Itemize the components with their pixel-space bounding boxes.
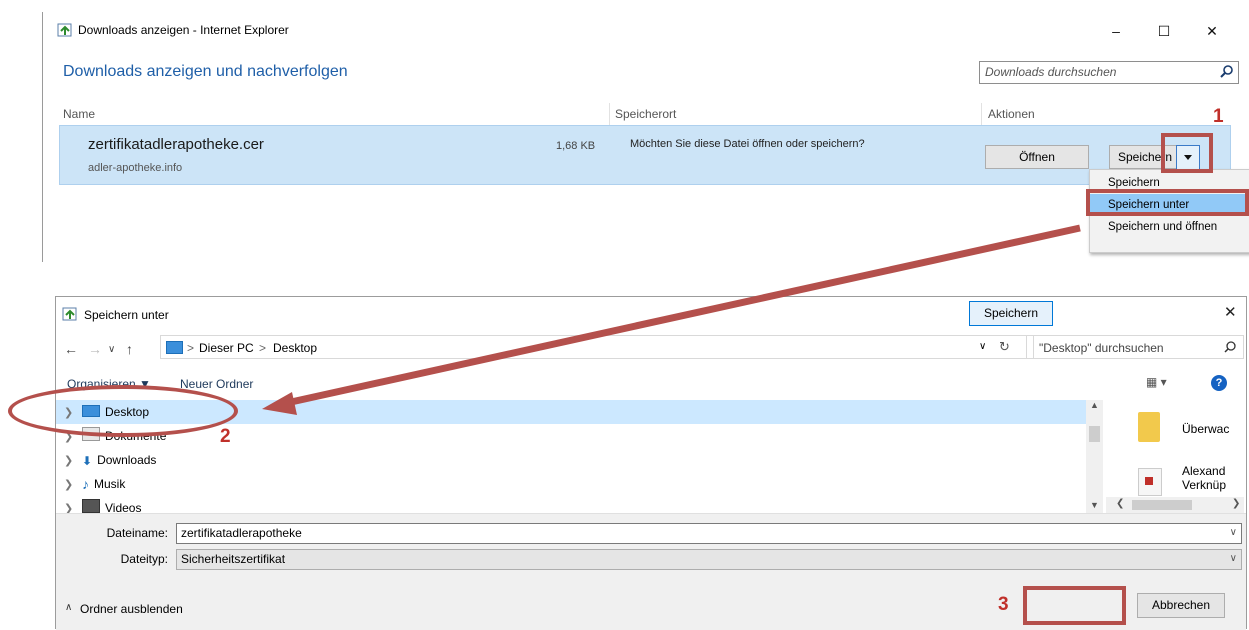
shortcut-badge-icon <box>1145 477 1153 485</box>
open-button[interactable]: Öffnen <box>985 145 1089 169</box>
forward-arrow-icon[interactable]: → <box>88 341 102 357</box>
shortcut-file-icon[interactable] <box>1138 468 1162 496</box>
page-title: Downloads anzeigen und nachverfolgen <box>63 63 348 80</box>
scroll-thumb[interactable] <box>1132 500 1192 510</box>
breadcrumb-separator: > <box>259 341 267 355</box>
download-filename: zertifikatadlerapotheke.cer <box>88 136 264 153</box>
column-divider <box>609 103 610 125</box>
ie-downloads-window: Downloads anzeigen - Internet Explorer –… <box>42 12 1249 262</box>
file-item-label[interactable]: Überwac <box>1182 422 1229 436</box>
up-arrow-icon[interactable]: ↑ <box>126 341 133 357</box>
scroll-right-icon[interactable]: ❯ <box>1232 498 1240 509</box>
breadcrumb-dieser-pc[interactable]: Dieser PC <box>199 341 254 355</box>
app-icon <box>62 307 77 321</box>
column-header-name[interactable]: Name <box>63 107 95 121</box>
dialog-title: Speichern unter <box>84 308 169 322</box>
chevron-down-icon[interactable]: ∨ <box>979 341 986 352</box>
downloads-search-input[interactable]: Downloads durchsuchen <box>979 61 1239 84</box>
tree-item-label: Musik <box>94 477 126 491</box>
close-icon[interactable]: ✕ <box>1224 303 1237 321</box>
back-arrow-icon[interactable]: ← <box>64 341 78 357</box>
breadcrumb-separator: > <box>187 341 195 355</box>
filename-field[interactable]: zertifikatadlerapotheke ∨ <box>176 523 1242 544</box>
pc-icon <box>166 341 183 354</box>
chevron-right-icon[interactable]: ❯ <box>64 449 82 473</box>
search-icon[interactable] <box>1218 63 1236 81</box>
annotation-step-2: 2 <box>220 426 231 447</box>
annotation-highlight-dropdown <box>1161 133 1213 173</box>
maximize-button[interactable]: ☐ <box>1141 16 1187 46</box>
filetype-value: Sicherheitszertifikat <box>181 552 286 566</box>
music-icon: ♪ <box>82 476 89 492</box>
file-item-label[interactable]: Alexand <box>1182 464 1225 478</box>
chevron-up-icon[interactable]: ∧ <box>65 602 72 613</box>
filetype-label: Dateityp: <box>120 552 168 566</box>
scroll-down-icon[interactable]: ▼ <box>1090 500 1099 510</box>
ie-titlebar: Downloads anzeigen - Internet Explorer –… <box>43 12 1249 48</box>
download-arrow-icon: ⬇ <box>82 454 93 468</box>
chevron-right-icon[interactable]: ❯ <box>64 473 82 497</box>
recent-locations-icon[interactable]: ∨ <box>108 344 115 355</box>
filename-label: Dateiname: <box>106 526 168 540</box>
file-item-label[interactable]: Verknüp <box>1182 478 1226 492</box>
tree-item-videos[interactable]: ❯ Videos <box>64 496 141 513</box>
chevron-down-icon[interactable]: ∨ <box>1230 527 1237 538</box>
refresh-icon[interactable]: ↻ <box>999 339 1010 355</box>
chevron-down-icon[interactable]: ∨ <box>1230 553 1237 564</box>
filename-value: zertifikatadlerapotheke <box>181 526 302 540</box>
new-folder-button[interactable]: Neuer Ordner <box>180 377 253 391</box>
dialog-cancel-button[interactable]: Abbrechen <box>1137 593 1225 618</box>
chevron-right-icon[interactable]: ❯ <box>64 497 82 513</box>
horizontal-scrollbar[interactable]: ❮ ❯ <box>1106 497 1244 513</box>
annotation-highlight-save-button <box>1023 586 1126 625</box>
download-size: 1,68 KB <box>556 140 596 152</box>
column-divider <box>981 103 982 125</box>
annotation-step-1: 1 <box>1213 106 1224 127</box>
search-icon[interactable] <box>1223 340 1237 354</box>
search-placeholder: Downloads durchsuchen <box>985 65 1117 79</box>
download-row[interactable]: zertifikatadlerapotheke.cer adler-apothe… <box>59 125 1231 185</box>
download-question: Möchten Sie diese Datei öffnen oder spei… <box>630 138 865 150</box>
hide-folders-button[interactable]: Ordner ausblenden <box>80 602 183 616</box>
view-options-icon[interactable]: ▦ ▾ <box>1146 375 1167 389</box>
scroll-left-icon[interactable]: ❮ <box>1116 498 1124 509</box>
scroll-up-icon[interactable]: ▲ <box>1090 400 1099 410</box>
column-header-actions[interactable]: Aktionen <box>988 107 1035 121</box>
tree-item-label: Videos <box>105 501 142 513</box>
breadcrumb-desktop[interactable]: Desktop <box>273 341 317 355</box>
app-icon <box>57 23 72 37</box>
tree-item-music[interactable]: ❯ ♪ Musik <box>64 472 125 496</box>
annotation-ellipse-desktop <box>8 385 238 437</box>
download-site: adler-apotheke.info <box>88 162 183 174</box>
dialog-save-button[interactable]: Speichern <box>969 301 1053 326</box>
save-as-dialog: Speichern unter ✕ ← → ∨ ↑ > Dieser PC > … <box>55 296 1247 630</box>
scroll-thumb[interactable] <box>1089 426 1100 442</box>
filetype-select[interactable]: Sicherheitszertifikat ∨ <box>176 549 1242 570</box>
minimize-button[interactable]: – <box>1093 16 1139 46</box>
annotation-highlight-save-as <box>1086 189 1249 216</box>
tree-scrollbar[interactable]: ▲ ▼ <box>1086 400 1103 513</box>
ie-window-title: Downloads anzeigen - Internet Explorer <box>78 23 289 37</box>
video-icon <box>82 499 100 513</box>
close-button[interactable]: ✕ <box>1189 16 1235 46</box>
menu-item-save-and-open[interactable]: Speichern und öffnen <box>1090 216 1249 238</box>
search-placeholder: "Desktop" durchsuchen <box>1039 341 1164 355</box>
file-list-pane: Überwac Alexand Verknüp ❮ ❯ <box>1106 400 1244 513</box>
desktop-search-input[interactable]: "Desktop" durchsuchen <box>1026 335 1244 359</box>
address-bar[interactable]: > Dieser PC > Desktop ∨ ↻ <box>160 335 1034 359</box>
tree-item-downloads[interactable]: ❯ ⬇ Downloads <box>64 448 156 472</box>
help-icon[interactable]: ? <box>1211 375 1227 391</box>
annotation-step-3: 3 <box>998 594 1009 615</box>
column-header-location[interactable]: Speicherort <box>615 107 676 121</box>
tree-item-label: Downloads <box>97 453 157 467</box>
folder-icon[interactable] <box>1138 412 1160 442</box>
